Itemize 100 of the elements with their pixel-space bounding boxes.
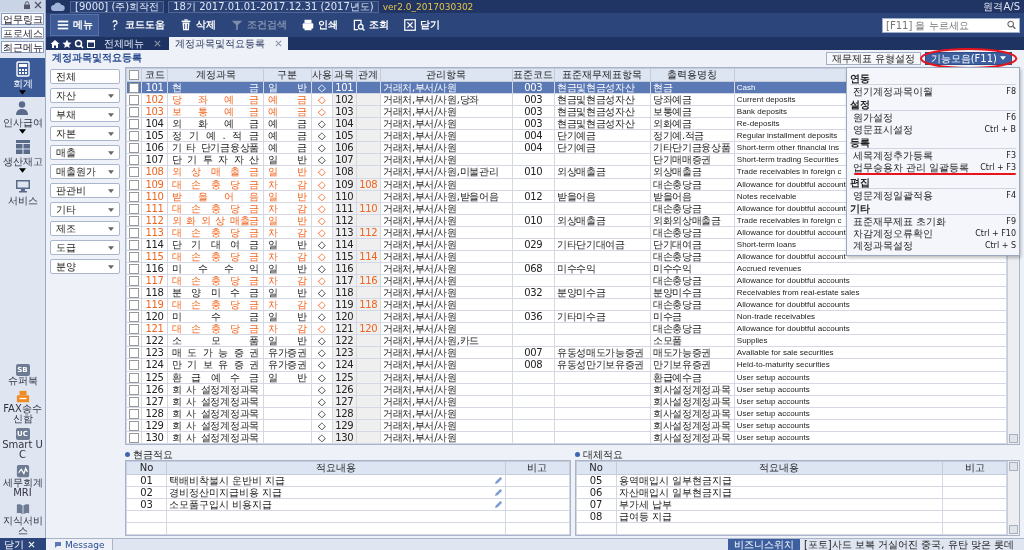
home-icon[interactable]: [50, 38, 60, 49]
toolbar-button[interactable]: 조회: [347, 15, 394, 35]
lock-icon[interactable]: [23, 1, 31, 9]
category-item[interactable]: 전체: [50, 69, 120, 84]
checkbox[interactable]: [129, 191, 139, 202]
table-cell[interactable]: 116: [141, 262, 168, 275]
category-item[interactable]: 매출: [50, 145, 120, 160]
toolbar-button[interactable]: 삭제: [174, 15, 221, 35]
functions-button[interactable]: 기능모음(F11): [924, 51, 1012, 65]
checkbox[interactable]: [129, 348, 139, 358]
module-item[interactable]: 인사급여: [0, 97, 45, 136]
category-item[interactable]: 매출원가: [50, 164, 120, 179]
shortcut-item[interactable]: FAX송수신함: [0, 388, 45, 426]
checkbox[interactable]: [129, 432, 139, 443]
checkbox[interactable]: [129, 239, 139, 250]
table-cell[interactable]: 129: [141, 419, 168, 432]
category-item[interactable]: 기타: [50, 202, 120, 217]
message-tab[interactable]: Message: [46, 539, 114, 550]
news-headline[interactable]: [포토]사드 보복 거실어진 중국, 유탄 맞은 롯데: [799, 539, 1024, 550]
tab[interactable]: 계정과목및적요등록: [169, 37, 288, 50]
category-item[interactable]: 판관비: [50, 183, 120, 198]
checkbox[interactable]: [129, 276, 139, 286]
checkbox[interactable]: [129, 372, 139, 383]
shortcut-item[interactable]: 지식서비스: [0, 500, 45, 538]
close-button[interactable]: 닫기: [0, 538, 46, 550]
toolbar-button[interactable]: 메뉴: [50, 14, 99, 36]
close-icon[interactable]: [275, 40, 282, 47]
category-item[interactable]: 자본: [50, 126, 120, 141]
table-cell: [263, 395, 312, 408]
module-item[interactable]: 회계: [0, 58, 45, 97]
close-icon[interactable]: [154, 40, 161, 47]
sidebar-button[interactable]: 업무링크: [1, 13, 44, 25]
table-cell: 004: [512, 129, 555, 142]
monitor-icon: [14, 178, 31, 194]
table-cell[interactable]: 120: [141, 310, 168, 323]
checkbox[interactable]: [129, 408, 139, 419]
checkbox[interactable]: [129, 215, 139, 226]
table-cell[interactable]: 128: [141, 407, 168, 420]
checkbox[interactable]: [129, 396, 139, 407]
table-cell[interactable]: 104: [141, 117, 168, 130]
table-cell[interactable]: 122: [141, 334, 168, 347]
shortcut-item[interactable]: 세무회계MRI: [0, 462, 45, 500]
checkbox[interactable]: [129, 155, 139, 165]
table-cell[interactable]: 123: [141, 346, 168, 359]
checkbox[interactable]: [129, 131, 139, 141]
checkbox[interactable]: [129, 119, 139, 129]
checkbox[interactable]: [129, 360, 139, 370]
checkbox[interactable]: [129, 420, 139, 431]
module-item[interactable]: 생산재고: [0, 136, 45, 175]
caret-icon: [108, 207, 114, 212]
module-item[interactable]: 서비스: [0, 175, 45, 208]
checkbox[interactable]: [129, 263, 139, 274]
checkbox[interactable]: [129, 312, 139, 322]
table-cell: ◇: [311, 358, 333, 371]
checkbox[interactable]: [129, 70, 139, 80]
category-item[interactable]: 제조: [50, 221, 120, 236]
checkbox[interactable]: [129, 107, 139, 117]
tab[interactable]: 전체메뉴: [98, 37, 167, 50]
checkbox[interactable]: [129, 336, 139, 346]
table-cell[interactable]: 114: [141, 238, 168, 251]
scrollbar[interactable]: [1007, 461, 1019, 535]
checkbox[interactable]: [129, 384, 139, 395]
toolbar-button[interactable]: 코드도움: [103, 15, 170, 35]
table-cell[interactable]: 127: [141, 395, 168, 408]
table-cell[interactable]: 124: [141, 358, 168, 371]
search-icon[interactable]: [74, 38, 84, 49]
checkbox[interactable]: [129, 179, 139, 190]
table-cell[interactable]: 118: [141, 286, 168, 299]
table-cell: 회사설정계정과목: [650, 383, 735, 396]
checkbox[interactable]: [129, 95, 139, 105]
table-cell[interactable]: 107: [141, 153, 168, 166]
table-cell[interactable]: 105: [141, 129, 168, 142]
table-cell[interactable]: 130: [141, 431, 168, 444]
checkbox[interactable]: [129, 167, 139, 177]
checkbox[interactable]: [129, 227, 139, 238]
search-field[interactable]: [F11] 을 누르세요: [882, 17, 1020, 33]
table-cell[interactable]: 126: [141, 383, 168, 396]
checkbox[interactable]: [129, 324, 139, 334]
toolbar-button[interactable]: 닫기: [398, 15, 445, 35]
category-item[interactable]: 도급: [50, 240, 120, 255]
category-item[interactable]: 분양: [50, 259, 120, 274]
table-cell[interactable]: 106: [141, 141, 168, 154]
category-item[interactable]: 부채: [50, 107, 120, 122]
checkbox[interactable]: [129, 83, 139, 93]
checkbox[interactable]: [129, 300, 139, 310]
remote-support-link[interactable]: 원격A/S: [983, 0, 1020, 14]
sidebar-button[interactable]: 프로세스: [1, 27, 44, 39]
checkbox[interactable]: [129, 143, 139, 153]
category-item[interactable]: 자산: [50, 88, 120, 103]
toolbar-button[interactable]: 인쇄: [296, 15, 343, 35]
window-icon[interactable]: [86, 38, 96, 49]
close-icon[interactable]: [34, 1, 42, 9]
table-cell: 06: [576, 486, 616, 499]
checkbox[interactable]: [129, 288, 139, 298]
sidebar-button[interactable]: 최근메뉴: [1, 41, 44, 53]
star-icon[interactable]: [62, 38, 72, 49]
checkbox[interactable]: [129, 251, 139, 262]
checkbox[interactable]: [129, 203, 139, 214]
type-setting-button[interactable]: 재무제표 유형설정: [825, 51, 921, 65]
table-cell[interactable]: 125: [141, 371, 168, 384]
